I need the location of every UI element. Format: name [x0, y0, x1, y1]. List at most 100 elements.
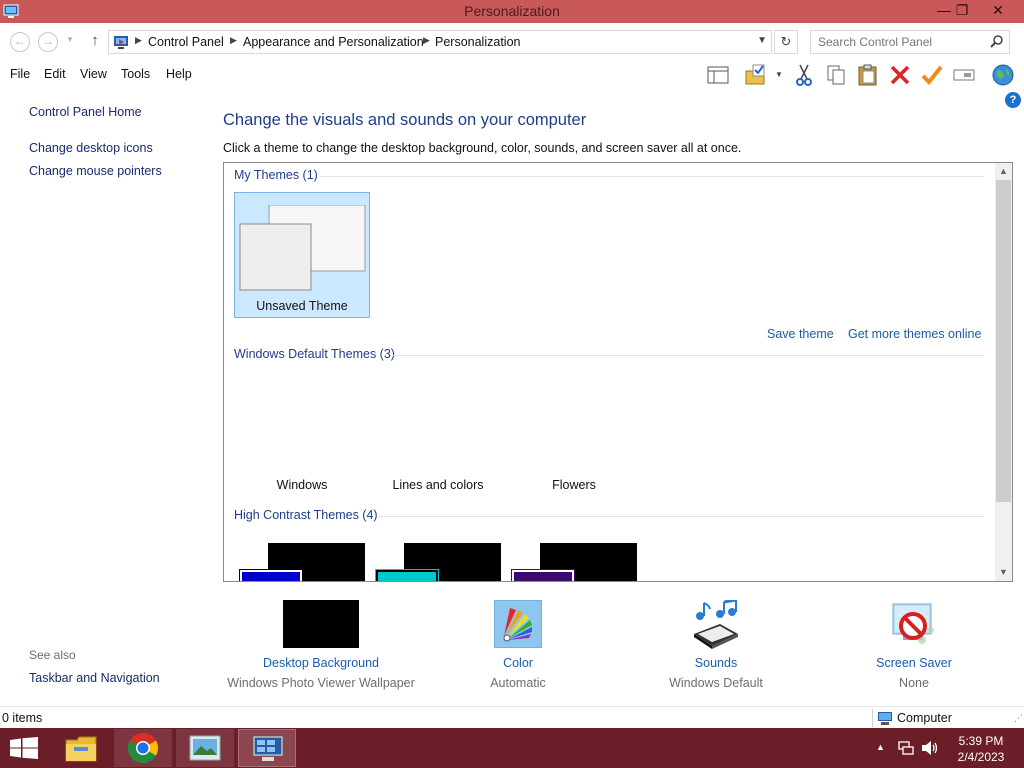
- volume-icon[interactable]: [921, 740, 939, 756]
- control-panel-taskbar-button[interactable]: [238, 729, 296, 767]
- back-button[interactable]: ←: [10, 32, 30, 52]
- close-button[interactable]: ✕: [982, 0, 1014, 21]
- layout-icon[interactable]: [706, 63, 730, 87]
- default-themes-header[interactable]: Windows Default Themes (3): [234, 347, 395, 361]
- theme-list[interactable]: My Themes (1) Unsaved Theme Save theme G…: [223, 162, 1013, 582]
- group-divider: [392, 355, 984, 356]
- address-field[interactable]: ▶ Control Panel ▶ Appearance and Persona…: [108, 30, 772, 54]
- file-explorer-icon: [65, 736, 97, 762]
- save-theme-link[interactable]: Save theme: [767, 327, 834, 341]
- rename-icon[interactable]: [952, 63, 976, 87]
- desktop-background-link[interactable]: Desktop Background: [221, 656, 421, 670]
- help-icon[interactable]: ?: [1005, 92, 1021, 108]
- control-panel-icon: [114, 36, 128, 49]
- sounds-setting[interactable]: Sounds Windows Default: [616, 598, 816, 694]
- breadcrumb-separator-icon[interactable]: ▶: [423, 35, 430, 46]
- color-link[interactable]: Color: [418, 656, 618, 670]
- status-location: Computer: [897, 711, 952, 725]
- breadcrumb-separator-icon[interactable]: ▶: [230, 35, 237, 46]
- screen-saver-value: None: [899, 676, 929, 690]
- desktop-background-value: Windows Photo Viewer Wallpaper: [227, 676, 415, 690]
- theme-high-contrast-2[interactable]: [370, 533, 506, 581]
- chrome-icon: [127, 733, 159, 764]
- restore-button[interactable]: ❐: [946, 0, 978, 21]
- desktop-background-setting[interactable]: Desktop Background Windows Photo Viewer …: [221, 598, 421, 694]
- status-bar: 0 items Computer ⋰: [0, 706, 1024, 728]
- theme-lines-and-colors[interactable]: Lines and colors: [370, 478, 506, 492]
- control-panel-home-link[interactable]: Control Panel Home: [29, 105, 142, 119]
- breadcrumb-personalization[interactable]: Personalization: [435, 35, 520, 49]
- cut-icon[interactable]: [792, 63, 816, 87]
- recent-locations-dropdown[interactable]: ▼: [66, 35, 74, 44]
- page-title: Change the visuals and sounds on your co…: [223, 111, 587, 129]
- address-bar: ← → ▼ ↑ ▶ Control Panel ▶ Appearance and…: [0, 23, 1024, 61]
- sounds-link[interactable]: Sounds: [616, 656, 816, 670]
- breadcrumb-separator-icon[interactable]: ▶: [135, 35, 142, 46]
- color-setting[interactable]: Color Automatic: [418, 598, 618, 694]
- folder-options-dropdown[interactable]: ▼: [775, 70, 783, 79]
- up-button[interactable]: ↑: [87, 32, 103, 52]
- globe-icon[interactable]: [991, 63, 1015, 87]
- checkmark-icon[interactable]: [920, 63, 944, 87]
- theme-high-contrast-3[interactable]: [506, 533, 642, 581]
- desktop-background-icon[interactable]: [283, 600, 359, 648]
- theme-label: Unsaved Theme: [256, 299, 348, 313]
- windows-start-icon[interactable]: [10, 737, 38, 759]
- sounds-icon[interactable]: [690, 600, 742, 650]
- scroll-up-icon[interactable]: ▲: [995, 163, 1012, 180]
- computer-icon: [878, 712, 892, 725]
- get-more-themes-link[interactable]: Get more themes online: [848, 327, 981, 341]
- theme-unsaved[interactable]: Unsaved Theme: [234, 192, 370, 318]
- change-desktop-icons-link[interactable]: Change desktop icons: [29, 141, 153, 155]
- vertical-scrollbar[interactable]: ▲ ▼: [995, 163, 1012, 581]
- menu-tools[interactable]: Tools: [121, 67, 150, 81]
- theme-windows[interactable]: Windows: [234, 478, 370, 492]
- paste-icon[interactable]: [856, 63, 880, 87]
- search-input[interactable]: [811, 31, 981, 53]
- taskbar-navigation-link[interactable]: Taskbar and Navigation: [29, 671, 160, 685]
- delete-icon[interactable]: [888, 63, 912, 87]
- status-divider: [872, 709, 873, 727]
- clock-date: 2/4/2023: [957, 750, 1005, 764]
- file-explorer-taskbar-button[interactable]: [52, 729, 110, 767]
- forward-button[interactable]: →: [38, 32, 58, 52]
- network-icon[interactable]: [898, 740, 914, 756]
- page-description: Click a theme to change the desktop back…: [223, 141, 742, 155]
- copy-icon[interactable]: [824, 63, 848, 87]
- screen-saver-link[interactable]: Screen Saver: [814, 656, 1014, 670]
- taskbar-clock[interactable]: 5:39 PM 2/4/2023: [950, 733, 1012, 765]
- menu-file[interactable]: File: [10, 67, 30, 81]
- menu-view[interactable]: View: [80, 67, 107, 81]
- theme-high-contrast-1[interactable]: [234, 533, 370, 581]
- tray-overflow-icon[interactable]: ▲: [876, 742, 885, 752]
- folder-check-icon[interactable]: [744, 63, 768, 87]
- my-themes-header[interactable]: My Themes (1): [234, 168, 318, 182]
- address-dropdown-icon[interactable]: ▼: [757, 35, 767, 46]
- chrome-taskbar-button[interactable]: [114, 729, 172, 767]
- resize-grip-icon[interactable]: ⋰: [1014, 713, 1023, 724]
- scroll-down-icon[interactable]: ▼: [995, 564, 1012, 581]
- screen-saver-setting[interactable]: Screen Saver None: [814, 598, 1014, 694]
- breadcrumb-control-panel[interactable]: Control Panel: [148, 35, 224, 49]
- screen-saver-icon[interactable]: [889, 600, 939, 650]
- refresh-button[interactable]: ↻: [774, 30, 798, 54]
- photo-viewer-icon: [189, 735, 221, 761]
- group-divider: [378, 516, 984, 517]
- high-contrast-header[interactable]: High Contrast Themes (4): [234, 508, 378, 522]
- control-panel-icon: [253, 736, 283, 761]
- breadcrumb-appearance[interactable]: Appearance and Personalization: [243, 35, 424, 49]
- menu-edit[interactable]: Edit: [44, 67, 66, 81]
- title-bar: Personalization — ❐ ✕: [0, 0, 1024, 23]
- sounds-value: Windows Default: [669, 676, 763, 690]
- search-box[interactable]: [810, 30, 1010, 54]
- taskbar: ▲ 5:39 PM 2/4/2023: [0, 728, 1024, 768]
- theme-flowers[interactable]: Flowers: [506, 478, 642, 492]
- color-palette-icon[interactable]: [494, 600, 542, 648]
- scroll-thumb[interactable]: [996, 180, 1011, 502]
- search-icon[interactable]: [990, 34, 1004, 48]
- menu-bar: File Edit View Tools Help ▼: [0, 61, 1024, 89]
- theme-preview: [239, 205, 366, 291]
- photo-viewer-taskbar-button[interactable]: [176, 729, 234, 767]
- change-mouse-pointers-link[interactable]: Change mouse pointers: [29, 164, 162, 178]
- menu-help[interactable]: Help: [166, 67, 192, 81]
